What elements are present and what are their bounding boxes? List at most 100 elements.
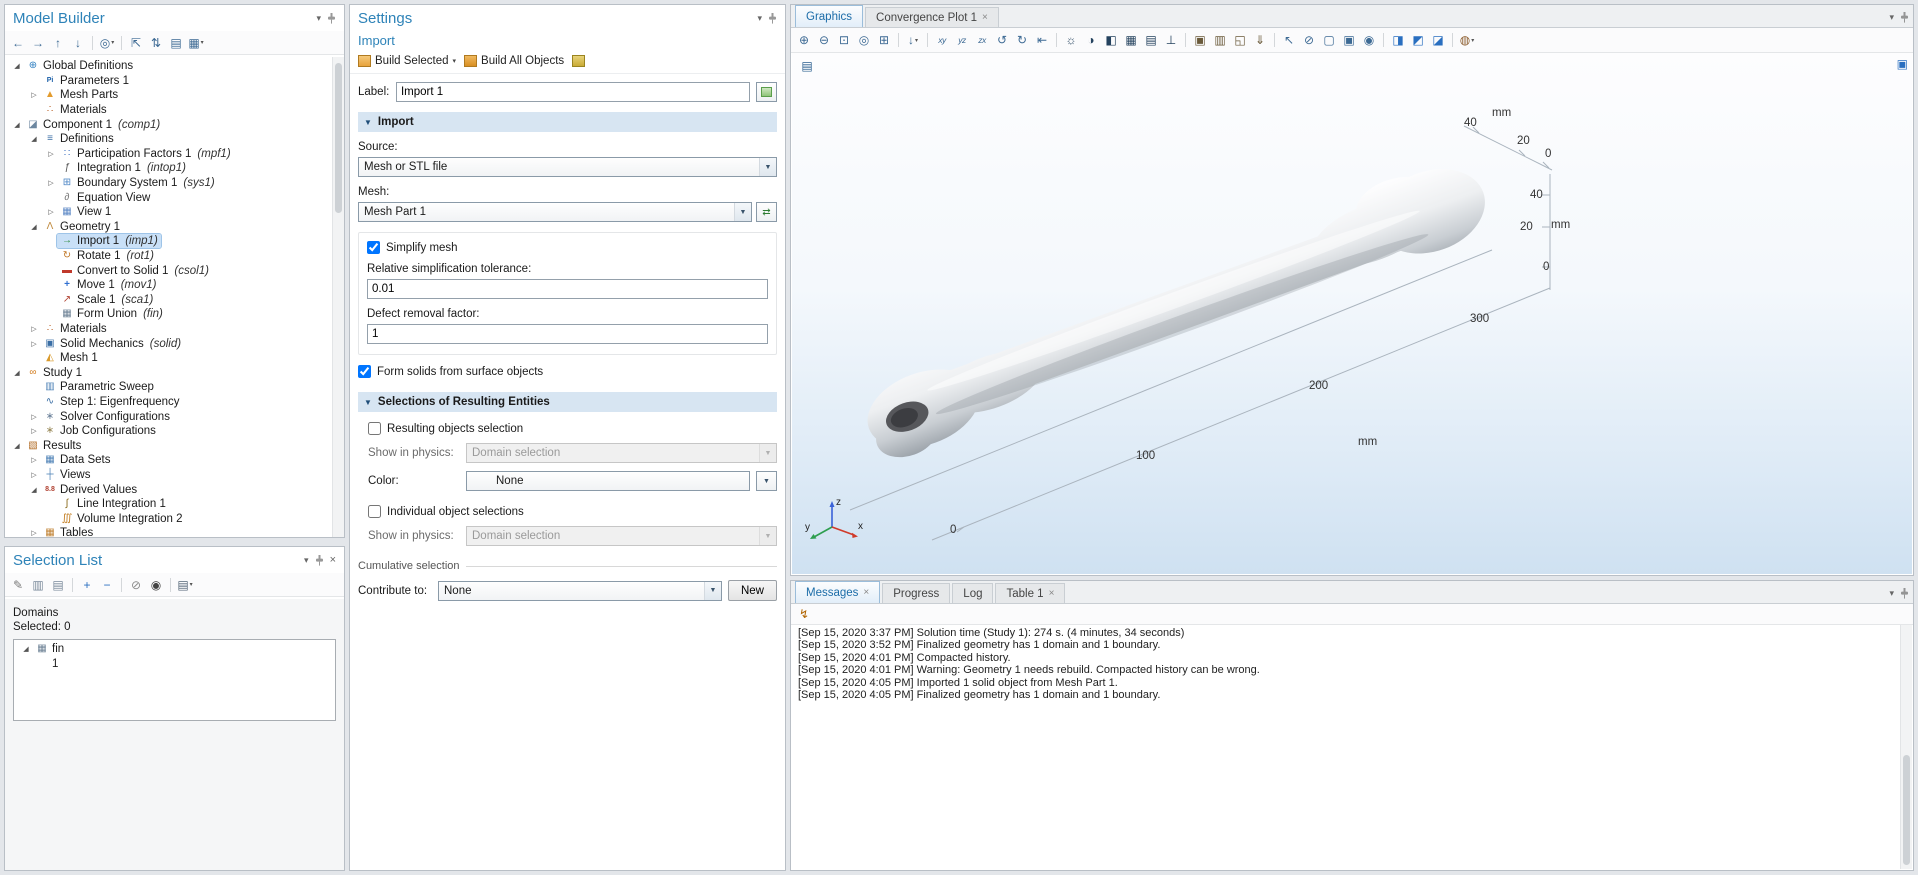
close-icon[interactable]: × <box>863 587 869 598</box>
pin-icon[interactable] <box>768 12 777 24</box>
tree-node[interactable]: ∫ Line Integration 1 <box>5 497 332 512</box>
wireframe-icon[interactable]: ▦ <box>1122 31 1140 49</box>
tree-node-content[interactable]: ▧ Results <box>23 439 84 453</box>
tree-node-content[interactable]: ∞ Study 1 <box>23 366 85 380</box>
panel-menu-icon[interactable]: ▾ <box>316 13 321 24</box>
tolerance-input[interactable] <box>367 279 768 299</box>
zoom-selection-icon[interactable]: ◉ <box>1360 31 1378 49</box>
add-to-selection-icon[interactable]: + <box>78 576 96 594</box>
build-all-objects-button[interactable]: Build All Objects <box>464 54 564 67</box>
close-icon[interactable]: × <box>1049 588 1055 599</box>
show-axes-icon[interactable]: ⊥ <box>1162 31 1180 49</box>
label-settings-button[interactable] <box>756 82 777 102</box>
select-adjacent-icon[interactable]: ▣ <box>1340 31 1358 49</box>
expand-arrow-icon[interactable]: ▷ <box>45 179 57 187</box>
tree-node-content[interactable]: ▬ Convert to Solid 1 (csol1) <box>57 264 212 278</box>
zoom-in-icon[interactable]: ⊕ <box>795 31 813 49</box>
tree-node[interactable]: Pi Parameters 1 <box>5 74 332 89</box>
tree-node[interactable]: ∴ Materials <box>5 103 332 118</box>
show-material-color-icon[interactable]: ◩ <box>1409 31 1427 49</box>
scene-options-icon[interactable]: ◍ ▾ <box>1458 31 1476 49</box>
tree-node-content[interactable]: ▦ Form Union (fin) <box>57 307 166 321</box>
transparency-icon[interactable]: ◧ <box>1102 31 1120 49</box>
tree-scrollbar[interactable] <box>332 57 344 537</box>
tab-convergence-plot-1[interactable]: Convergence Plot 1 × <box>865 7 999 27</box>
collapse-arrow-icon[interactable]: ◢ <box>28 223 40 231</box>
collapse-arrow-icon[interactable]: ◢ <box>11 369 23 377</box>
scroll-to-bottom-icon[interactable]: ↯ <box>795 605 813 623</box>
build-selected-button[interactable]: Build Selected ▾ <box>358 54 456 67</box>
expand-arrow-icon[interactable]: ▷ <box>28 91 40 99</box>
tree-node-content[interactable]: ≡ Definitions <box>40 132 117 146</box>
tree-node[interactable]: ∂ Equation View <box>5 190 332 205</box>
tree-node-content[interactable]: → Import 1 (imp1) <box>56 233 162 250</box>
tree-node-content[interactable]: ▦ Data Sets <box>40 453 114 467</box>
panel-menu-icon[interactable]: ▾ <box>1889 588 1894 599</box>
tree-node-content[interactable]: ▦ fin <box>32 642 67 656</box>
view-zx-icon[interactable]: zx <box>973 31 991 49</box>
tree-node-content[interactable]: ┼ Views <box>40 468 93 482</box>
selections-section-header[interactable]: ▼ Selections of Resulting Entities <box>358 392 777 412</box>
tree-node-content[interactable]: ◭ Mesh 1 <box>40 351 101 365</box>
individual-objects-checkbox[interactable] <box>368 505 381 518</box>
tree-node[interactable]: ▷ ▣ Solid Mechanics (solid) <box>5 336 332 351</box>
pin-icon[interactable] <box>315 554 324 566</box>
environment-reflections-icon[interactable]: ◑ <box>1082 31 1100 49</box>
expand-levels-icon[interactable]: ⇅ <box>147 34 165 52</box>
tree-node[interactable]: ▷ ▲ Mesh Parts <box>5 88 332 103</box>
tree-node-content[interactable]: 8.8 Derived Values <box>40 483 140 497</box>
tree-node[interactable]: ◭ Mesh 1 <box>5 351 332 366</box>
expand-arrow-icon[interactable]: ▷ <box>28 413 40 421</box>
view-xy-icon[interactable]: xy <box>933 31 951 49</box>
collapse-all-icon[interactable]: ⇱ <box>127 34 145 52</box>
show-grid-icon[interactable]: ▤ <box>1142 31 1160 49</box>
go-to-last-view-icon[interactable]: ⇤ <box>1033 31 1051 49</box>
tree-node[interactable]: ◢ ◪ Component 1 (comp1) <box>5 117 332 132</box>
deactivate-selection-icon[interactable]: ⊘ <box>127 576 145 594</box>
paste-selection-icon[interactable]: ▤ <box>49 576 67 594</box>
tree-node-content[interactable]: ↻ Rotate 1 (rot1) <box>57 249 157 263</box>
tree-node-content[interactable]: ∷ Participation Factors 1 (mpf1) <box>57 147 234 161</box>
selection-listbox[interactable]: ◢ ▦ fin 1 <box>13 639 336 721</box>
pin-icon[interactable] <box>327 12 336 24</box>
tree-node-content[interactable]: ▦ Tables <box>40 526 96 537</box>
tree-node[interactable]: ◢ ∞ Study 1 <box>5 365 332 380</box>
tree-node[interactable]: ◢ ≡ Definitions <box>5 132 332 147</box>
tree-node-content[interactable]: ∴ Materials <box>40 322 110 336</box>
tree-node-content[interactable]: Λ Geometry 1 <box>40 220 123 234</box>
tree-node-content[interactable]: ⊕ Global Definitions <box>23 59 136 73</box>
tree-node[interactable]: ▷ ∗ Solver Configurations <box>5 409 332 424</box>
tree-node-content[interactable]: ▦ View 1 <box>57 205 114 219</box>
build-options-button[interactable] <box>572 54 586 67</box>
tree-node-content[interactable]: ↗ Scale 1 (sca1) <box>57 293 156 307</box>
remove-from-selection-icon[interactable]: − <box>98 576 116 594</box>
tree-node-content[interactable]: ∫ Line Integration 1 <box>57 497 169 511</box>
color-picker-button[interactable]: ▼ <box>756 471 777 491</box>
tree-node-content[interactable]: ƒ Integration 1 (intop1) <box>57 161 189 175</box>
panel-menu-icon[interactable]: ▾ <box>1889 12 1894 23</box>
expand-arrow-icon[interactable]: ▷ <box>28 325 40 333</box>
zoom-out-icon[interactable]: ⊖ <box>815 31 833 49</box>
expand-arrow-icon[interactable]: ▷ <box>28 340 40 348</box>
bone-model[interactable] <box>850 151 1501 466</box>
plot-properties-icon[interactable]: ▤ <box>798 57 816 75</box>
contribute-to-select[interactable]: None ▼ <box>438 580 722 601</box>
close-icon[interactable]: × <box>330 554 336 566</box>
export-image-icon[interactable]: ⇓ <box>1251 31 1269 49</box>
tree-node[interactable]: ▷ ∷ Participation Factors 1 (mpf1) <box>5 147 332 162</box>
messages-scrollbar[interactable] <box>1900 625 1912 869</box>
copy-image-icon[interactable]: ◱ <box>1231 31 1249 49</box>
tree-node[interactable]: ◢ ▦ fin <box>14 642 335 657</box>
pin-icon[interactable] <box>1900 588 1909 599</box>
go-to-mesh-part-button[interactable]: ⇄ <box>756 202 777 222</box>
panel-menu-icon[interactable]: ▾ <box>757 13 762 24</box>
copy-selection-icon[interactable]: ▥ <box>29 576 47 594</box>
collapse-arrow-icon[interactable]: ◢ <box>11 121 23 129</box>
collapse-arrow-icon[interactable]: ◢ <box>11 442 23 450</box>
tree-node[interactable]: ▷ ▦ Tables <box>5 526 332 537</box>
show-options-icon[interactable]: ◎ ▾ <box>98 34 116 52</box>
back-icon[interactable]: ← <box>9 34 27 52</box>
expand-arrow-icon[interactable]: ▷ <box>45 208 57 216</box>
view-yz-icon[interactable]: yz <box>953 31 971 49</box>
collapse-arrow-icon[interactable]: ◢ <box>28 486 40 494</box>
